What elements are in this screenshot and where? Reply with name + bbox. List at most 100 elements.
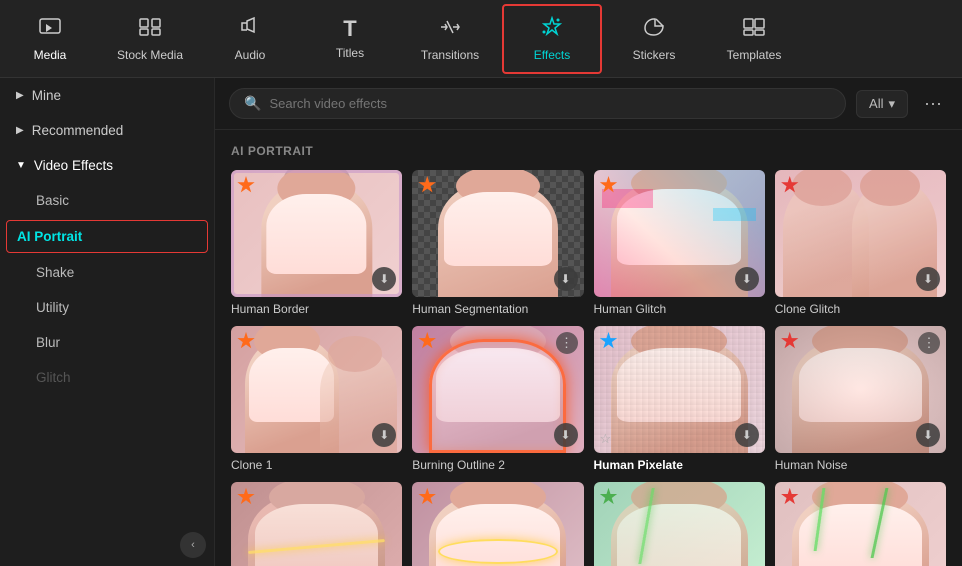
- download-human-seg[interactable]: ⬇: [554, 267, 578, 291]
- search-input[interactable]: [269, 96, 831, 111]
- effect-thumb-lightning1: ⬇: [594, 482, 765, 566]
- effect-lightning-flash-2[interactable]: ⬇ Lightning Flash 2: [775, 482, 946, 566]
- effect-thumb-human-border: ⬇: [231, 170, 402, 297]
- badge-orange-neon-ring: [418, 488, 436, 506]
- sidebar-basic-label: Basic: [36, 193, 69, 208]
- effect-neon-ring-2[interactable]: ⬇ Neon Ring 2: [412, 482, 583, 566]
- stock-media-icon: [138, 16, 162, 42]
- effect-name-clone-glitch: Clone Glitch: [775, 302, 946, 316]
- effects-content: AI PORTRAIT ⬇ Human Border: [215, 130, 962, 566]
- badge-red-lightning2: [781, 488, 799, 506]
- sidebar-bottom: ‹: [0, 524, 214, 566]
- badge-orange-clone1: [237, 332, 255, 350]
- nav-effects[interactable]: Effects: [502, 4, 602, 74]
- sidebar-mine-label: Mine: [32, 88, 61, 103]
- audio-label: Audio: [235, 48, 266, 62]
- download-human-pix[interactable]: ⬇: [735, 423, 759, 447]
- main-layout: ▶ Mine ▶ Recommended ▼ Video Effects Bas…: [0, 78, 962, 566]
- effect-human-segmentation[interactable]: ⬇ Human Segmentation: [412, 170, 583, 316]
- filter-chevron-icon: ▾: [888, 96, 895, 112]
- nav-titles[interactable]: T Titles: [300, 0, 400, 78]
- effect-thumb-neon-ring: ⬇: [412, 482, 583, 566]
- download-burning[interactable]: ⬇: [554, 423, 578, 447]
- effect-clone-glitch[interactable]: ⬇ Clone Glitch: [775, 170, 946, 316]
- mine-arrow-icon: ▶: [16, 90, 24, 101]
- more-burning-icon[interactable]: ⋮: [556, 332, 578, 354]
- effect-name-human-noise: Human Noise: [775, 458, 946, 472]
- sidebar-item-glitch[interactable]: Glitch: [0, 360, 214, 395]
- effect-thumb-human-seg: ⬇: [412, 170, 583, 297]
- search-icon: 🔍: [244, 95, 261, 112]
- nav-stock-media[interactable]: Stock Media: [100, 0, 200, 78]
- effects-label: Effects: [534, 48, 570, 62]
- stickers-label: Stickers: [633, 48, 676, 62]
- media-label: Media: [34, 48, 67, 62]
- nav-media[interactable]: Media: [0, 0, 100, 78]
- more-noise-icon[interactable]: ⋮: [918, 332, 940, 354]
- effect-thumb-lightning2: ⬇: [775, 482, 946, 566]
- sidebar-glitch-label: Glitch: [36, 370, 71, 385]
- effect-human-border[interactable]: ⬇ Human Border: [231, 170, 402, 316]
- sidebar-utility-label: Utility: [36, 300, 69, 315]
- sidebar-video-effects-label: Video Effects: [34, 158, 113, 173]
- effects-icon: [539, 16, 565, 42]
- effect-clone-1[interactable]: ⬇ Clone 1: [231, 326, 402, 472]
- sidebar-item-recommended[interactable]: ▶ Recommended: [0, 113, 214, 148]
- more-options-button[interactable]: ···: [918, 89, 948, 118]
- sidebar-item-mine[interactable]: ▶ Mine: [0, 78, 214, 113]
- sidebar-blur-label: Blur: [36, 335, 60, 350]
- templates-icon: [741, 16, 767, 42]
- titles-icon: T: [343, 18, 356, 40]
- effect-human-pixelate[interactable]: ☆ ⬇ Human Pixelate: [594, 326, 765, 472]
- effect-name-human-border: Human Border: [231, 302, 402, 316]
- nav-audio[interactable]: Audio: [200, 0, 300, 78]
- video-effects-arrow-icon: ▼: [16, 160, 26, 171]
- download-clone1[interactable]: ⬇: [372, 423, 396, 447]
- sidebar-ai-portrait-label: AI Portrait: [17, 229, 82, 244]
- effect-thumb-human-noise: ⋮ ⬇: [775, 326, 946, 453]
- sidebar-item-video-effects[interactable]: ▼ Video Effects: [0, 148, 214, 183]
- effect-human-glitch[interactable]: ⬇ Human Glitch: [594, 170, 765, 316]
- download-human-noise[interactable]: ⬇: [916, 423, 940, 447]
- stock-media-label: Stock Media: [117, 48, 183, 62]
- star-human-pix-icon[interactable]: ☆: [600, 431, 612, 447]
- sidebar-item-shake[interactable]: Shake: [0, 255, 214, 290]
- stickers-icon: [641, 16, 667, 42]
- sidebar-item-utility[interactable]: Utility: [0, 290, 214, 325]
- effect-thumb-clone-glitch: ⬇: [775, 170, 946, 297]
- search-bar: 🔍 All ▾ ···: [215, 78, 962, 130]
- section-title: AI PORTRAIT: [231, 144, 946, 158]
- sidebar-collapse-button[interactable]: ‹: [180, 532, 206, 558]
- effect-thumb-human-glitch: ⬇: [594, 170, 765, 297]
- search-input-wrapper[interactable]: 🔍: [229, 88, 846, 119]
- effect-human-noise[interactable]: ⋮ ⬇ Human Noise: [775, 326, 946, 472]
- top-navigation: Media Stock Media Audio T Titles Transit…: [0, 0, 962, 78]
- effect-thumb-neon-flow: ⬇: [231, 482, 402, 566]
- effect-burning-outline-2[interactable]: ⋮ ⬇ Burning Outline 2: [412, 326, 583, 472]
- sidebar: ▶ Mine ▶ Recommended ▼ Video Effects Bas…: [0, 78, 215, 566]
- effects-grid: ⬇ Human Border ⬇ Human Se: [231, 170, 946, 566]
- effect-neon-flow-4[interactable]: ⬇ Neon Flow 4: [231, 482, 402, 566]
- effect-lightning-flash-1[interactable]: ⬇ Lightning Flash 1: [594, 482, 765, 566]
- sidebar-item-basic[interactable]: Basic: [0, 183, 214, 218]
- filter-dropdown[interactable]: All ▾: [856, 90, 908, 118]
- sidebar-item-blur[interactable]: Blur: [0, 325, 214, 360]
- download-human-border[interactable]: ⬇: [372, 267, 396, 291]
- media-icon: [38, 16, 62, 42]
- effect-name-human-glitch: Human Glitch: [594, 302, 765, 316]
- sidebar-shake-label: Shake: [36, 265, 74, 280]
- templates-label: Templates: [727, 48, 782, 62]
- download-clone-glitch[interactable]: ⬇: [916, 267, 940, 291]
- recommended-arrow-icon: ▶: [16, 125, 24, 136]
- nav-templates[interactable]: Templates: [704, 0, 804, 78]
- effect-name-clone1: Clone 1: [231, 458, 402, 472]
- nav-stickers[interactable]: Stickers: [604, 0, 704, 78]
- nav-transitions[interactable]: Transitions: [400, 0, 500, 78]
- download-human-glitch[interactable]: ⬇: [735, 267, 759, 291]
- sidebar-item-ai-portrait[interactable]: AI Portrait: [6, 220, 208, 253]
- effect-thumb-human-pix: ☆ ⬇: [594, 326, 765, 453]
- transitions-label: Transitions: [421, 48, 479, 62]
- effect-name-burning: Burning Outline 2: [412, 458, 583, 472]
- effect-thumb-clone1: ⬇: [231, 326, 402, 453]
- titles-label: Titles: [336, 46, 364, 60]
